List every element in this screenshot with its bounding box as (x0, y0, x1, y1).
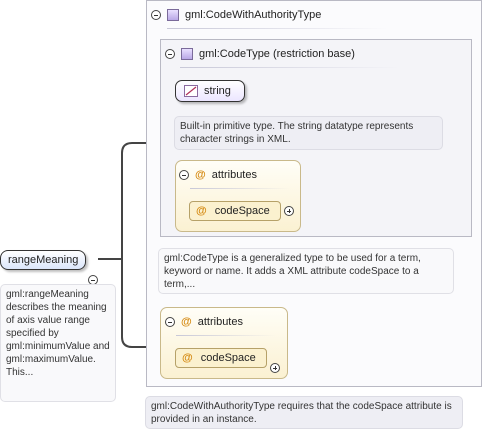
codespace-attribute[interactable]: @ codeSpace (189, 201, 281, 221)
attribute-icon: @ (181, 316, 192, 328)
element-label: rangeMeaning (8, 254, 79, 266)
complex-type-icon (167, 9, 179, 21)
collapse-icon[interactable] (151, 10, 161, 20)
attribute-icon: @ (196, 205, 207, 217)
attributes-label: attributes (211, 169, 257, 181)
divider (190, 188, 290, 189)
complex-type-title: gml:CodeWithAuthorityType (185, 9, 322, 21)
authority-doc-note: gml:CodeWithAuthorityType requires that … (145, 396, 463, 429)
string-type-node[interactable]: string (175, 80, 245, 102)
attributes-label: attributes (197, 316, 243, 328)
divider (167, 28, 387, 29)
attribute-icon: @ (195, 169, 206, 181)
expand-icon[interactable] (270, 363, 280, 373)
codespace-label: codeSpace (200, 352, 256, 364)
codetype-doc-note: gml:CodeType is a generalized type to be… (158, 248, 454, 294)
collapse-icon[interactable] (179, 170, 189, 180)
element-node-rangemeaning[interactable]: rangeMeaning (0, 250, 86, 270)
attributes-header: @ attributes (165, 316, 243, 328)
element-doc-note: gml:rangeMeaning describes the meaning o… (0, 284, 116, 402)
complex-type-header: gml:CodeWithAuthorityType (151, 9, 321, 21)
collapse-icon[interactable] (165, 49, 175, 59)
divider (180, 67, 400, 68)
codespace-label: codeSpace (214, 205, 270, 217)
string-type-label: string (204, 85, 231, 97)
string-doc-note: Built-in primitive type. The string data… (174, 116, 443, 150)
attribute-icon: @ (182, 352, 193, 364)
attributes-header: @ attributes (179, 169, 257, 181)
codespace-attribute[interactable]: @ codeSpace (175, 348, 267, 368)
simple-type-icon (184, 85, 198, 97)
expand-icon[interactable] (284, 206, 294, 216)
divider (176, 335, 276, 336)
restriction-base-title: gml:CodeType (restriction base) (199, 48, 355, 60)
complex-type-icon (181, 48, 193, 60)
restriction-base-header: gml:CodeType (restriction base) (165, 48, 355, 60)
collapse-icon[interactable] (165, 317, 175, 327)
